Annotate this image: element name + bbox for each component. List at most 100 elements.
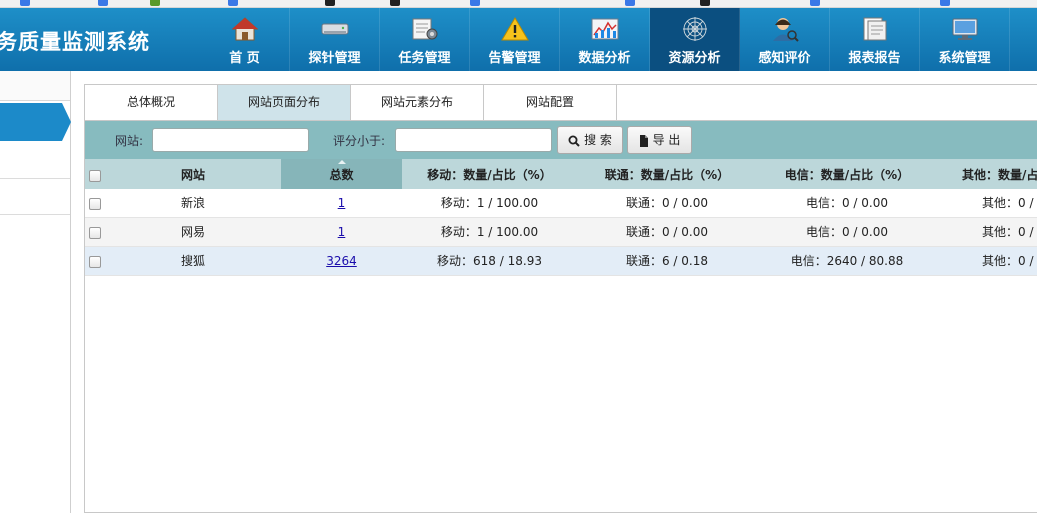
nav-label: 首 页 <box>229 51 260 66</box>
bookmark-icon <box>325 0 335 6</box>
cell-site: 网易 <box>180 225 205 239</box>
total-link[interactable]: 3264 <box>326 254 357 268</box>
total-link[interactable]: 1 <box>338 225 346 239</box>
nav-item-data-analysis[interactable]: 数据分析 <box>560 8 650 71</box>
chart-icon <box>591 18 619 40</box>
task-settings-icon <box>412 18 438 40</box>
bookmark-icon <box>810 0 820 6</box>
column-header-other[interactable]: 其他：数量/占 <box>937 159 1037 189</box>
nav-item-task[interactable]: 任务管理 <box>380 8 470 71</box>
sidebar-active-arrow <box>62 103 71 141</box>
main-panel: 总体概况 网站页面分布 网站元素分布 网站配置 网站: 评分小于: 搜 索 导 … <box>84 84 1037 513</box>
report-icon <box>863 17 887 41</box>
bookmark-item[interactable] <box>325 0 338 7</box>
bookmark-icon <box>20 0 30 6</box>
export-button[interactable]: 导 出 <box>627 126 692 154</box>
nav-item-report[interactable]: 报表报告 <box>830 8 920 71</box>
tab-overview[interactable]: 总体概况 <box>85 85 218 120</box>
column-header-mobile[interactable]: 移动：数量/占比（%） <box>402 159 577 189</box>
bookmark-item[interactable] <box>940 0 953 7</box>
sidebar-item[interactable] <box>0 143 70 179</box>
tab-bar: 总体概况 网站页面分布 网站元素分布 网站配置 <box>85 85 1037 121</box>
cell-total: 1 <box>281 189 402 218</box>
cell-total: 3264 <box>281 247 402 276</box>
tab-element-distribution[interactable]: 网站元素分布 <box>351 85 484 120</box>
cell-unicom: 联通：6 / 0.18 <box>625 254 709 268</box>
bookmark-icon <box>98 0 108 6</box>
nav-item-resource-analysis[interactable]: 资源分析 <box>650 8 740 71</box>
bookmark-icon <box>625 0 635 6</box>
table-row[interactable]: 搜狐 3264 移动：618 / 18.93 联通：6 / 0.18 电信：26… <box>85 247 1037 276</box>
probe-device-icon <box>321 23 349 35</box>
nav-label: 数据分析 <box>578 51 631 66</box>
column-header-telecom[interactable]: 电信：数量/占比（%） <box>757 159 937 189</box>
total-link[interactable]: 1 <box>338 196 346 210</box>
sidebar-item-active[interactable] <box>0 103 62 141</box>
bookmark-item[interactable] <box>810 0 823 7</box>
score-label: 评分小于: <box>333 134 386 148</box>
table-header: 网站 总数 移动：数量/占比（%） 联通：数量/占比（%） 电信：数量/占比（%… <box>85 159 1037 189</box>
cell-telecom: 电信：2640 / 80.88 <box>790 254 904 268</box>
site-label: 网站: <box>115 134 144 148</box>
sidebar-item[interactable] <box>0 179 70 215</box>
cell-mobile: 移动：1 / 100.00 <box>440 196 539 210</box>
bookmark-item[interactable] <box>228 0 241 7</box>
cell-unicom: 联通：0 / 0.00 <box>625 225 709 239</box>
cell-mobile: 移动：1 / 100.00 <box>440 225 539 239</box>
search-bar: 网站: 评分小于: 搜 索 导 出 <box>85 121 1037 159</box>
score-input[interactable] <box>395 128 552 152</box>
left-sidebar <box>0 71 71 513</box>
site-input[interactable] <box>152 128 309 152</box>
cell-unicom: 联通：0 / 0.00 <box>625 196 709 210</box>
table-row[interactable]: 网易 1 移动：1 / 100.00 联通：0 / 0.00 电信：0 / 0.… <box>85 218 1037 247</box>
home-icon <box>231 17 259 41</box>
bookmark-icon <box>700 0 710 6</box>
bookmark-item[interactable] <box>98 0 111 7</box>
nav-item-home[interactable]: 首 页 <box>200 8 290 71</box>
column-header-site[interactable]: 网站 <box>105 159 281 189</box>
nav-item-alarm[interactable]: 告警管理 <box>470 8 560 71</box>
cell-telecom: 电信：0 / 0.00 <box>805 225 889 239</box>
tab-page-distribution[interactable]: 网站页面分布 <box>218 85 351 120</box>
export-button-label: 导 出 <box>652 133 681 147</box>
bookmark-item[interactable] <box>700 0 713 7</box>
row-checkbox[interactable] <box>89 227 101 239</box>
nav-label: 告警管理 <box>488 51 541 66</box>
file-icon <box>639 134 648 147</box>
bookmark-item[interactable] <box>390 0 403 7</box>
nav-label: 任务管理 <box>398 51 451 66</box>
cell-site: 搜狐 <box>180 254 205 268</box>
nav-item-probe[interactable]: 探针管理 <box>290 8 380 71</box>
select-all-checkbox[interactable] <box>89 170 101 182</box>
nav-label: 感知评价 <box>758 51 811 66</box>
bookmark-icon <box>150 0 160 6</box>
column-header-total-label: 总数 <box>329 168 354 182</box>
row-checkbox[interactable] <box>89 198 101 210</box>
tab-site-config[interactable]: 网站配置 <box>484 85 617 120</box>
bookmark-icon <box>390 0 400 6</box>
web-icon <box>683 17 707 41</box>
bookmark-item[interactable] <box>20 0 33 7</box>
bookmark-item[interactable] <box>625 0 638 7</box>
bookmark-item[interactable] <box>150 0 163 7</box>
column-header-unicom[interactable]: 联通：数量/占比（%） <box>577 159 757 189</box>
app-header: 务质量监测系统 首 页 探针管理 任务管理 告警管理 数据分析 资源分析 感知评… <box>0 8 1037 71</box>
table-row[interactable]: 新浪 1 移动：1 / 100.00 联通：0 / 0.00 电信：0 / 0.… <box>85 189 1037 218</box>
nav-label: 系统管理 <box>938 51 991 66</box>
cell-site: 新浪 <box>180 196 205 210</box>
cell-other: 其他：0 / <box>982 196 1034 210</box>
user-search-icon <box>773 18 799 42</box>
search-icon <box>568 135 580 147</box>
row-checkbox[interactable] <box>89 256 101 268</box>
sidebar-header <box>0 71 70 101</box>
main-nav: 首 页 探针管理 任务管理 告警管理 数据分析 资源分析 感知评价 报表报告 系… <box>200 8 1010 71</box>
cell-other: 其他：0 / <box>982 254 1034 268</box>
bookmark-item[interactable] <box>470 0 483 7</box>
nav-item-system[interactable]: 系统管理 <box>920 8 1010 71</box>
nav-item-perception[interactable]: 感知评价 <box>740 8 830 71</box>
cell-telecom: 电信：0 / 0.00 <box>805 196 889 210</box>
column-header-total[interactable]: 总数 <box>281 159 402 189</box>
sort-ascending-icon <box>337 160 346 164</box>
search-button[interactable]: 搜 索 <box>557 126 623 154</box>
search-button-label: 搜 索 <box>584 133 612 147</box>
